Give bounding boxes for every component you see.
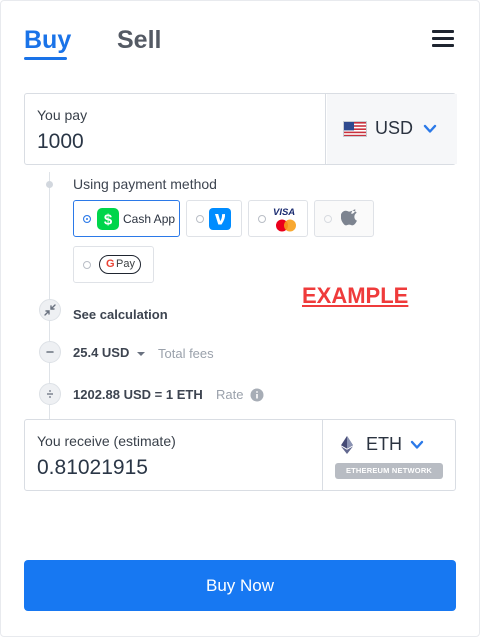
google-pay-label: Pay [116,258,135,270]
visa-icon: VISA [273,207,296,218]
tab-sell[interactable]: Sell [117,26,161,55]
mastercard-icon [276,219,296,232]
collapse-button[interactable] [39,299,61,321]
minus-icon [46,351,54,353]
rate-label: Rate [216,387,244,402]
caret-down-icon [137,351,145,356]
pay-currency-label: USD [375,118,414,138]
rate-step-marker [39,383,61,405]
example-watermark: EXAMPLE [302,283,409,308]
receive-amount-box: You receive (estimate) ETH ETHEREUM NETW… [24,419,456,491]
payment-option-card[interactable]: VISA [248,200,308,237]
payment-option-google-pay[interactable]: G Pay [73,246,154,283]
radio-icon [196,215,204,223]
divide-icon [47,390,53,398]
timeline-dot [46,181,53,188]
receive-label: You receive (estimate) [37,433,176,449]
google-pay-badge: G Pay [99,255,141,274]
pay-divider [325,94,326,164]
fees-amount: 25.4 USD [73,345,130,360]
receive-currency-label: ETH [366,434,402,454]
radio-icon [83,261,91,269]
chevron-down-icon [423,124,437,133]
tab-buy[interactable]: Buy [24,26,71,55]
pay-amount-box: You pay USD [24,93,457,165]
buy-now-button[interactable]: Buy Now [24,560,456,611]
venmo-icon [209,208,231,230]
fees-step-marker [39,341,61,363]
google-g-icon: G [106,258,115,270]
payment-option-apple-pay[interactable] [314,200,374,237]
info-icon[interactable] [250,388,264,402]
ethereum-icon [341,436,353,454]
receive-amount-input[interactable] [37,456,317,480]
cash-app-icon: $ [97,208,119,230]
menu-icon[interactable] [432,29,454,47]
pay-label: You pay [37,107,88,123]
pay-amount-input[interactable] [37,130,317,154]
tab-buy-active-indicator [24,57,67,60]
collapse-icon [44,304,56,316]
network-badge: ETHEREUM NETWORK [335,463,443,479]
payment-method-label: Using payment method [73,176,217,192]
radio-icon [324,215,332,223]
payment-option-cash-app[interactable]: $ Cash App [73,200,180,237]
pay-currency-select[interactable]: USD [327,94,457,164]
see-calculation-link[interactable]: See calculation [73,307,168,322]
apple-icon [341,209,357,226]
radio-selected-icon [83,215,91,223]
receive-currency-select[interactable]: ETH ETHEREUM NETWORK [323,420,457,490]
svg-text:$: $ [104,212,113,229]
radio-icon [258,215,266,223]
payment-option-venmo[interactable] [186,200,242,237]
rate-value: 1202.88 USD = 1 ETH [73,387,203,402]
fees-dropdown[interactable]: 25.4 USD [73,345,146,360]
us-flag-icon [343,121,367,137]
cash-app-label: Cash App [123,212,176,226]
fees-label: Total fees [158,346,214,361]
chevron-down-icon [410,440,424,449]
